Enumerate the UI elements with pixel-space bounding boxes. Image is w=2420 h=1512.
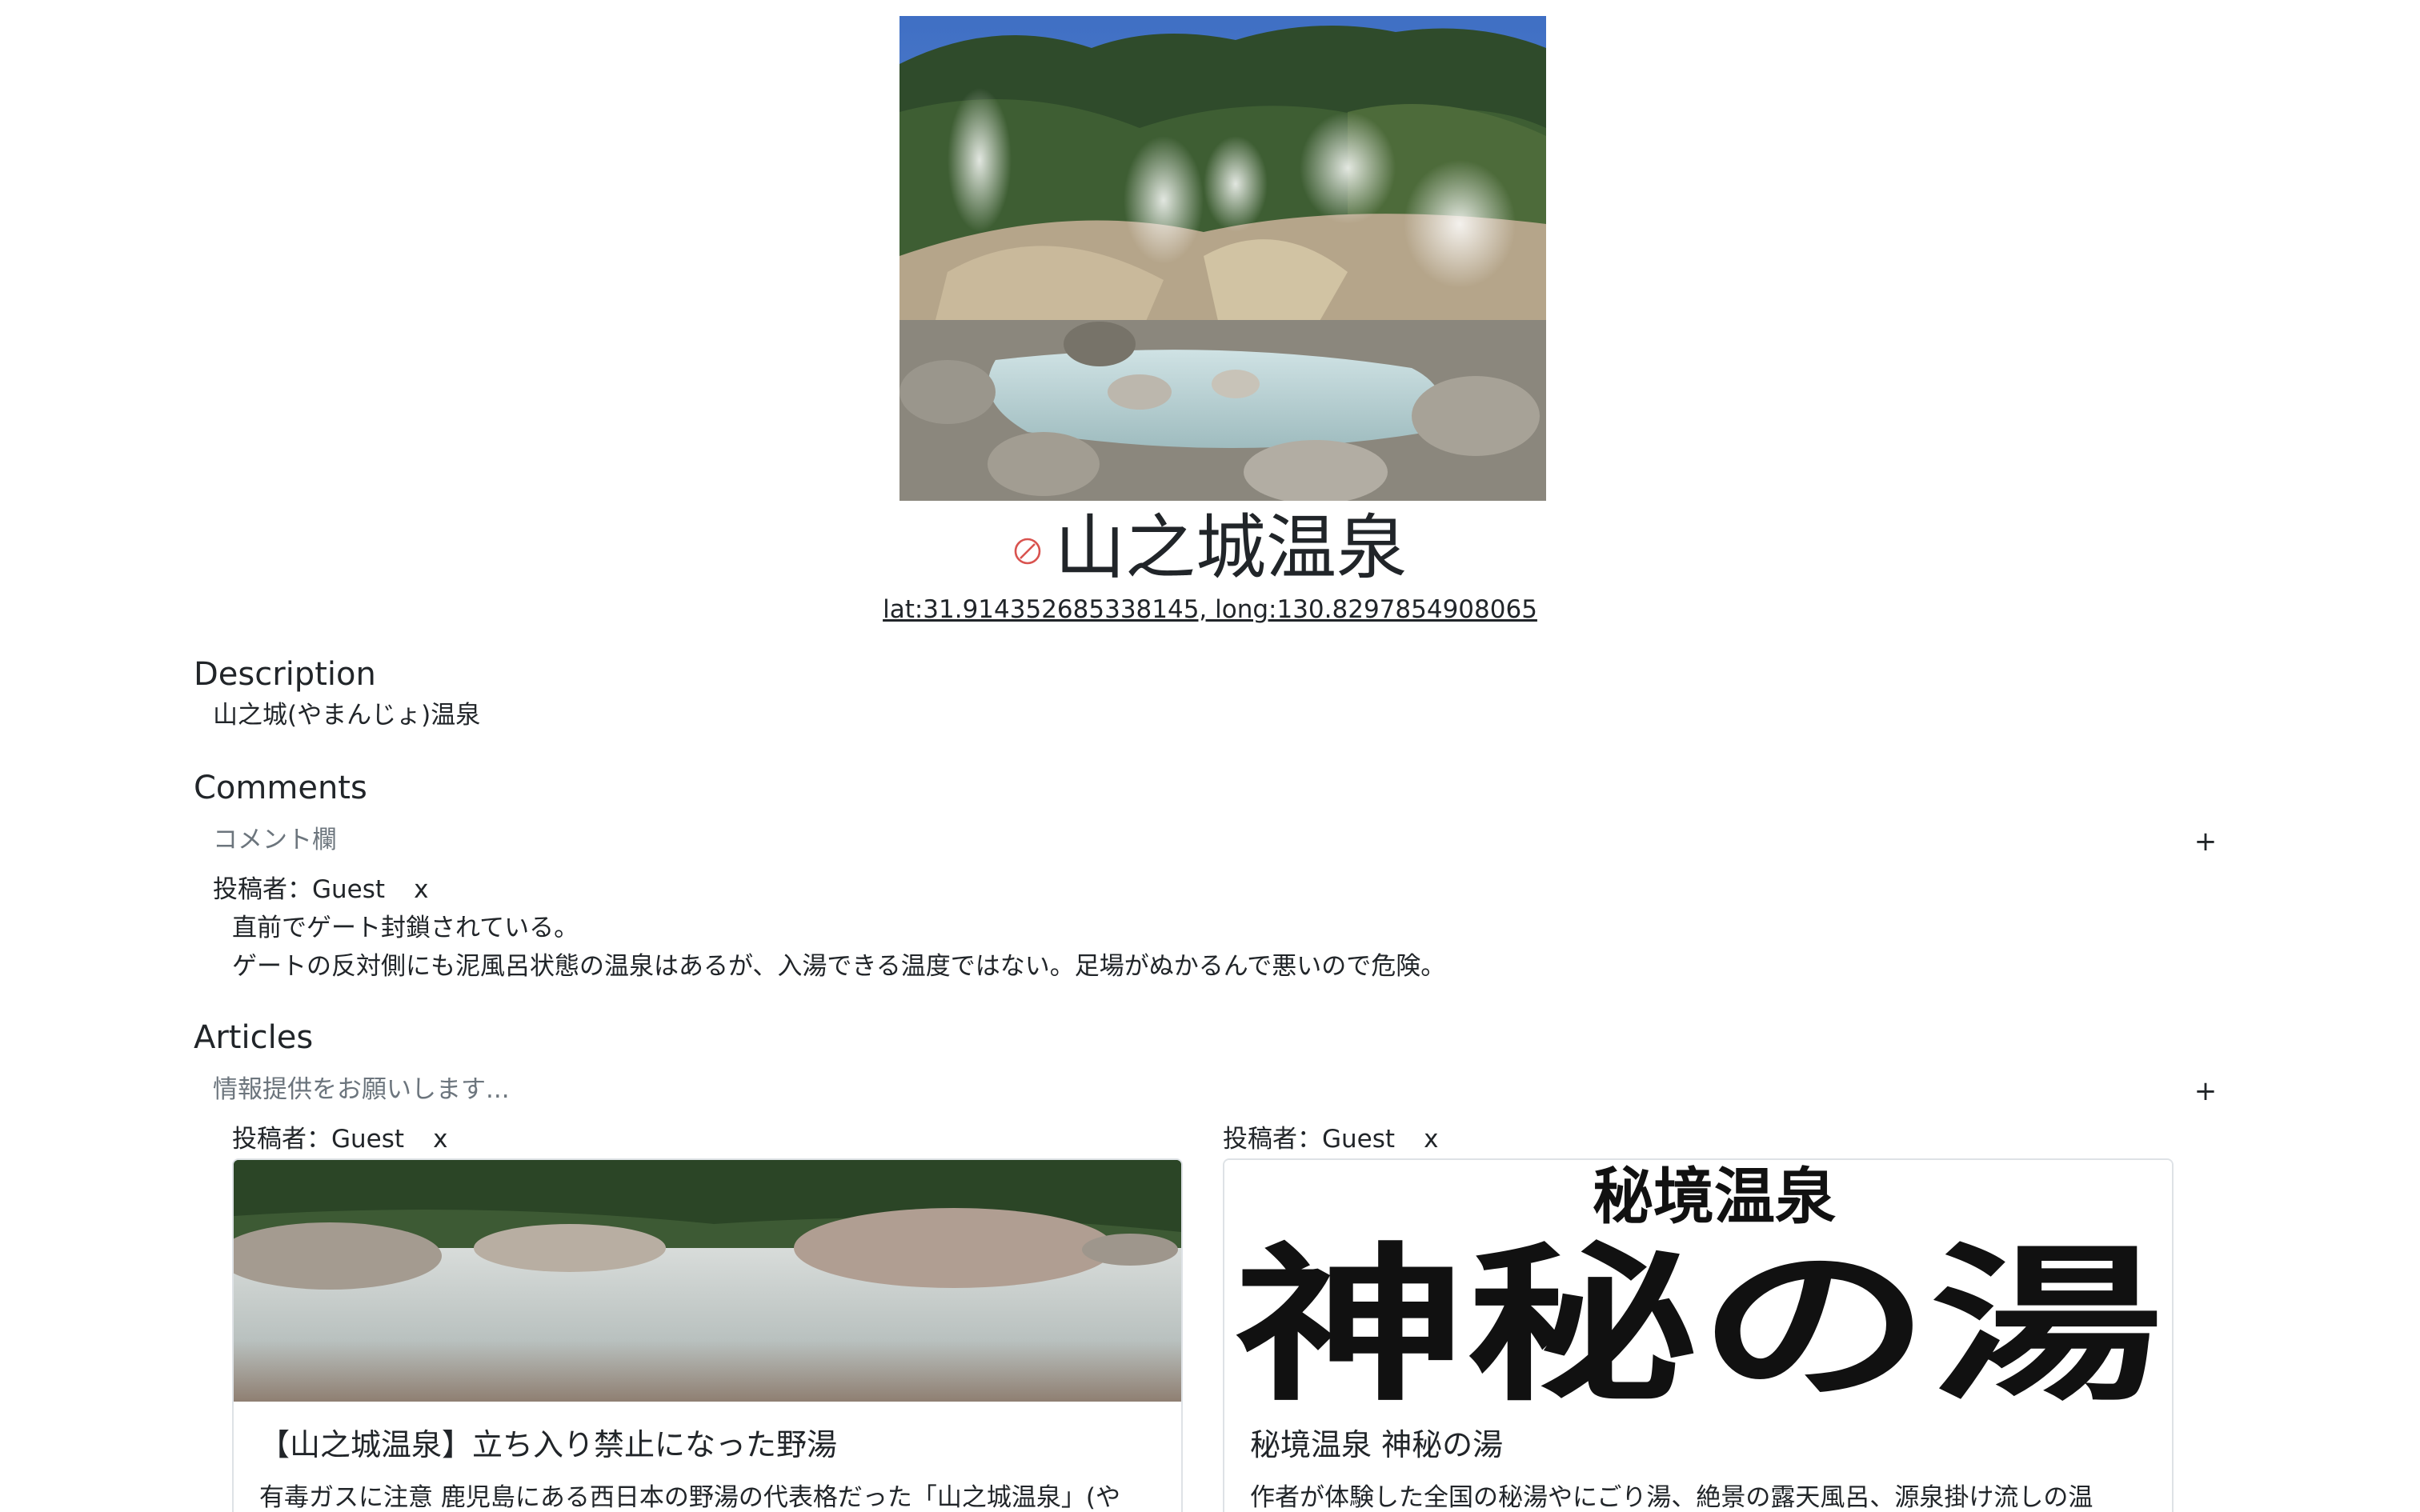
article-author: 投稿者：Guest [232,1125,405,1154]
description-text: 山之城(やまんじょ)温泉 [213,701,481,730]
articles-heading: Articles [194,1019,314,1056]
add-comment-button[interactable]: + [2190,826,2222,858]
comment-line: 直前でゲート封鎖されている。 [232,914,579,942]
coordinates-row: lat:31.914352685338145, long:130.8297854… [0,594,2420,626]
comment-input[interactable]: コメント欄 [213,824,337,856]
banner-text-top: 秘境温泉 [1593,1161,1836,1232]
add-article-button[interactable]: + [2190,1075,2222,1107]
comments-heading: Comments [194,770,367,806]
spot-name: 山之城温泉 [1054,506,1407,589]
article-title: 秘境温泉 神秘の湯 [1250,1427,1504,1462]
delete-article-button[interactable]: x [1424,1125,1438,1154]
comment-author-row: 投稿者：Guest x [213,874,428,906]
delete-comment-button[interactable]: x [414,875,428,904]
article-author-row: 投稿者：Guest x [1223,1123,1438,1155]
article-excerpt: 作者が体験した全国の秘湯やにごり湯、絶景の露天風呂、源泉掛け流しの温 [1250,1483,2093,1512]
article-card[interactable]: 秘境温泉 神秘の湯 秘境温泉 神秘の湯 作者が体験した全国の秘湯やにごり湯、絶景… [1223,1158,2174,1512]
article-input[interactable]: 情報提供をお願いします... [213,1074,510,1106]
article-excerpt: 有毒ガスに注意 鹿児島にある西日本の野湯の代表格だった「山之城温泉」(や [259,1483,1120,1512]
article-card[interactable]: 【山之城温泉】立ち入り禁止になった野湯 有毒ガスに注意 鹿児島にある西日本の野湯… [232,1158,1183,1512]
page: 山之城温泉 lat:31.914352685338145, long:130.8… [0,0,2420,1512]
article-author: 投稿者：Guest [1223,1125,1396,1154]
delete-article-button[interactable]: x [433,1125,447,1154]
hot-spring-photo [899,16,1546,501]
article-photo [234,1160,1181,1402]
description-heading: Description [194,656,376,693]
banner-text-main: 神秘の湯 [1234,1226,2162,1402]
article-author-row: 投稿者：Guest x [232,1123,447,1155]
page-title: 山之城温泉 [0,498,2420,592]
coordinates-link[interactable]: lat:31.914352685338145, long:130.8297854… [883,595,1537,624]
comment-line: ゲートの反対側にも泥風呂状態の温泉はあるが、入湯できる温度ではない。足場がぬかる… [232,952,1446,981]
article-banner-image: 秘境温泉 神秘の湯 [1224,1160,2172,1402]
comment-author: 投稿者：Guest [213,875,386,904]
prohibited-icon [1013,498,1042,565]
article-title: 【山之城温泉】立ち入り禁止になった野湯 [259,1427,838,1462]
